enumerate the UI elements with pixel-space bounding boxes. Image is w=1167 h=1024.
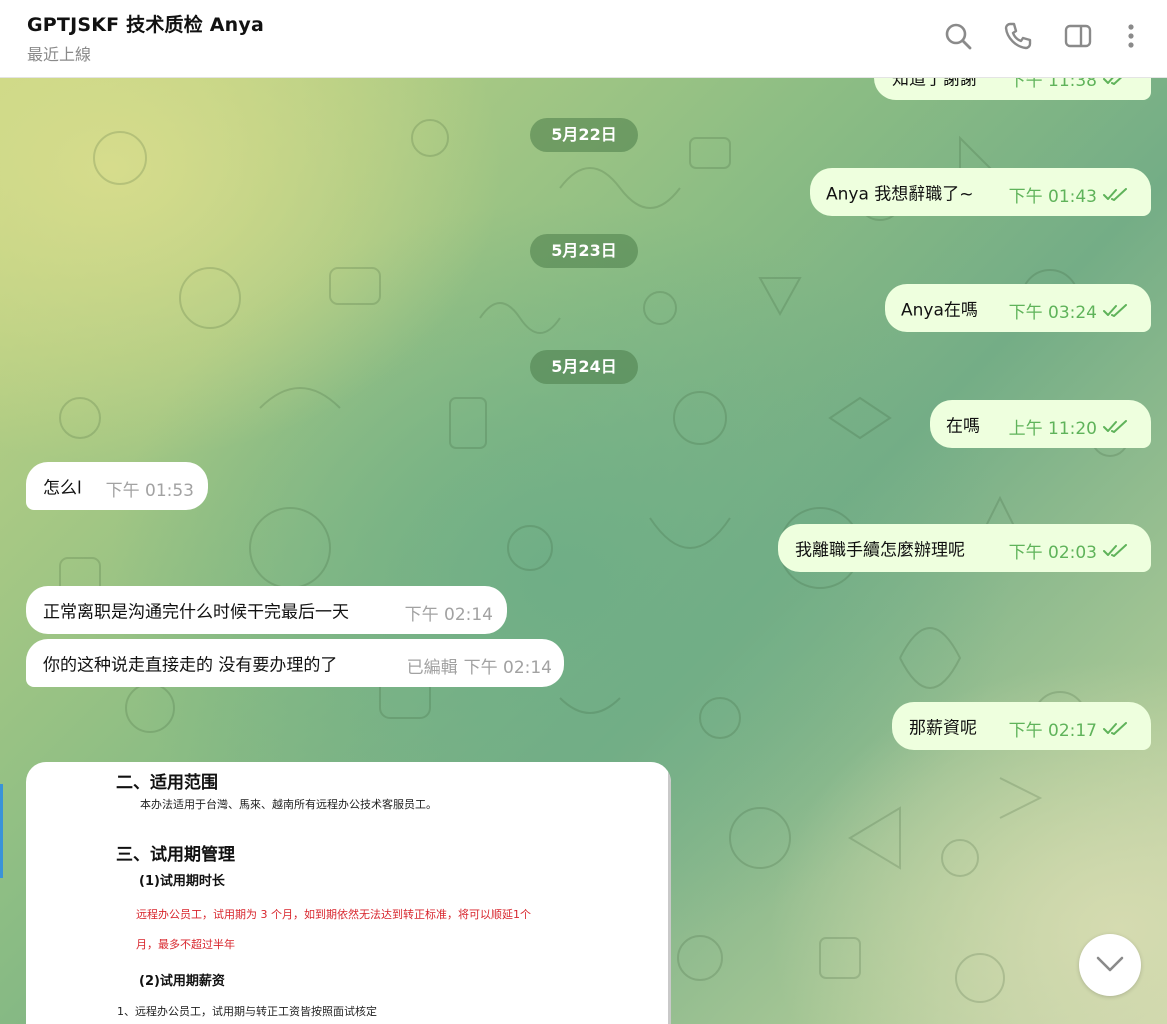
message-meta: 下午 02:03 [1009,538,1129,563]
edited-label: 已編輯 [406,658,458,678]
message-meta: 下午 11:38 [1009,78,1129,91]
message-text: 怎么l [43,478,82,499]
message-outgoing[interactable]: 在嗎 上午 11:20 [930,400,1151,448]
message-incoming[interactable]: 正常离职是沟通完什么时候干完最后一天 下午 02:14 [26,586,507,634]
doc-red-text-1: 远程办公员工，试用期为 3 个月，如到期依然无法达到转正标准，将可以顺延1个 [136,908,531,921]
message-time: 下午 01:43 [1008,187,1097,207]
doc-scope-text: 本办法适用于台灣、馬來、越南所有远程办公技术客服员工。 [140,798,437,811]
chat-messages-area[interactable]: 知道了謝謝 下午 11:38 5月22日 Anya 我想辭職了~ 下午 01:4… [0,78,1167,1024]
chat-title[interactable]: GPTJSKF 技术质检 Anya [27,10,264,37]
doc-heading-scope: 二、适用范围 [116,773,218,793]
double-check-icon [1103,543,1127,557]
message-meta: 下午 01:43 [1009,182,1129,207]
doc-item-1: 1、远程办公员工，试用期与转正工资皆按照面试核定 [117,1005,377,1018]
message-text: 在嗎 [946,416,980,437]
message-time: 下午 02:14 [404,605,493,625]
message-text: 知道了謝謝 [892,78,977,90]
scroll-to-bottom-button[interactable] [1079,934,1141,996]
message-meta: 上午 11:20 [1009,414,1129,439]
message-text: 正常离职是沟通完什么时候干完最后一天 [43,602,349,623]
message-outgoing[interactable]: Anya 我想辭職了~ 下午 01:43 [810,168,1151,216]
message-time: 下午 03:24 [1008,303,1097,323]
doc-sub-salary: (2)试用期薪资 [139,974,225,989]
message-meta: 下午 03:24 [1009,298,1129,323]
message-outgoing[interactable]: Anya在嗎 下午 03:24 [885,284,1151,332]
message-text: 你的这种说走直接走的 没有要办理的了 [43,655,338,676]
message-time: 下午 01:53 [105,481,194,501]
doc-red-text-2: 月，最多不超过半年 [136,938,235,951]
message-outgoing[interactable]: 我離職手續怎麼辦理呢 下午 02:03 [778,524,1151,572]
double-check-icon [1103,303,1127,317]
message-meta: 已編輯 下午 02:14 [407,653,552,678]
message-outgoing[interactable]: 知道了謝謝 下午 11:38 [874,78,1151,100]
search-icon[interactable] [942,20,974,52]
message-outgoing[interactable]: 那薪資呢 下午 02:17 [892,702,1151,750]
doc-heading-probation: 三、试用期管理 [116,845,235,865]
phone-icon[interactable] [1002,20,1034,52]
more-vert-icon[interactable] [1115,20,1147,52]
active-chat-indicator [0,784,3,878]
message-incoming[interactable]: 你的这种说走直接走的 没有要办理的了 已編輯 下午 02:14 [26,639,564,687]
message-meta: 下午 02:17 [1009,716,1129,741]
doc-edge [668,762,671,1024]
message-time: 上午 11:20 [1008,419,1097,439]
double-check-icon [1103,187,1127,201]
date-separator: 5月24日 [530,350,638,384]
message-text: 我離職手續怎麼辦理呢 [795,540,965,561]
message-time: 下午 02:14 [463,658,552,678]
message-time: 下午 02:03 [1008,543,1097,563]
message-time: 下午 02:17 [1008,721,1097,741]
sidebar-toggle-icon[interactable] [1062,20,1094,52]
chevron-down-icon [1096,956,1124,972]
message-text: Anya在嗎 [901,300,978,321]
double-check-icon [1103,78,1122,85]
image-message-document[interactable]: 二、适用范围 本办法适用于台灣、馬來、越南所有远程办公技术客服员工。 三、试用期… [26,762,671,1024]
doc-sub-duration: (1)试用期时长 [139,874,225,889]
message-incoming[interactable]: 怎么l 下午 01:53 [26,462,208,510]
message-text: Anya 我想辭職了~ [826,184,974,205]
last-seen-status: 最近上線 [27,45,92,64]
message-text: 那薪資呢 [909,718,977,739]
double-check-icon [1103,721,1127,735]
date-separator: 5月23日 [530,234,638,268]
double-check-icon [1103,419,1127,433]
message-time: 下午 11:38 [1008,78,1097,91]
chat-header: GPTJSKF 技术质检 Anya 最近上線 [0,0,1167,78]
date-separator: 5月22日 [530,118,638,152]
